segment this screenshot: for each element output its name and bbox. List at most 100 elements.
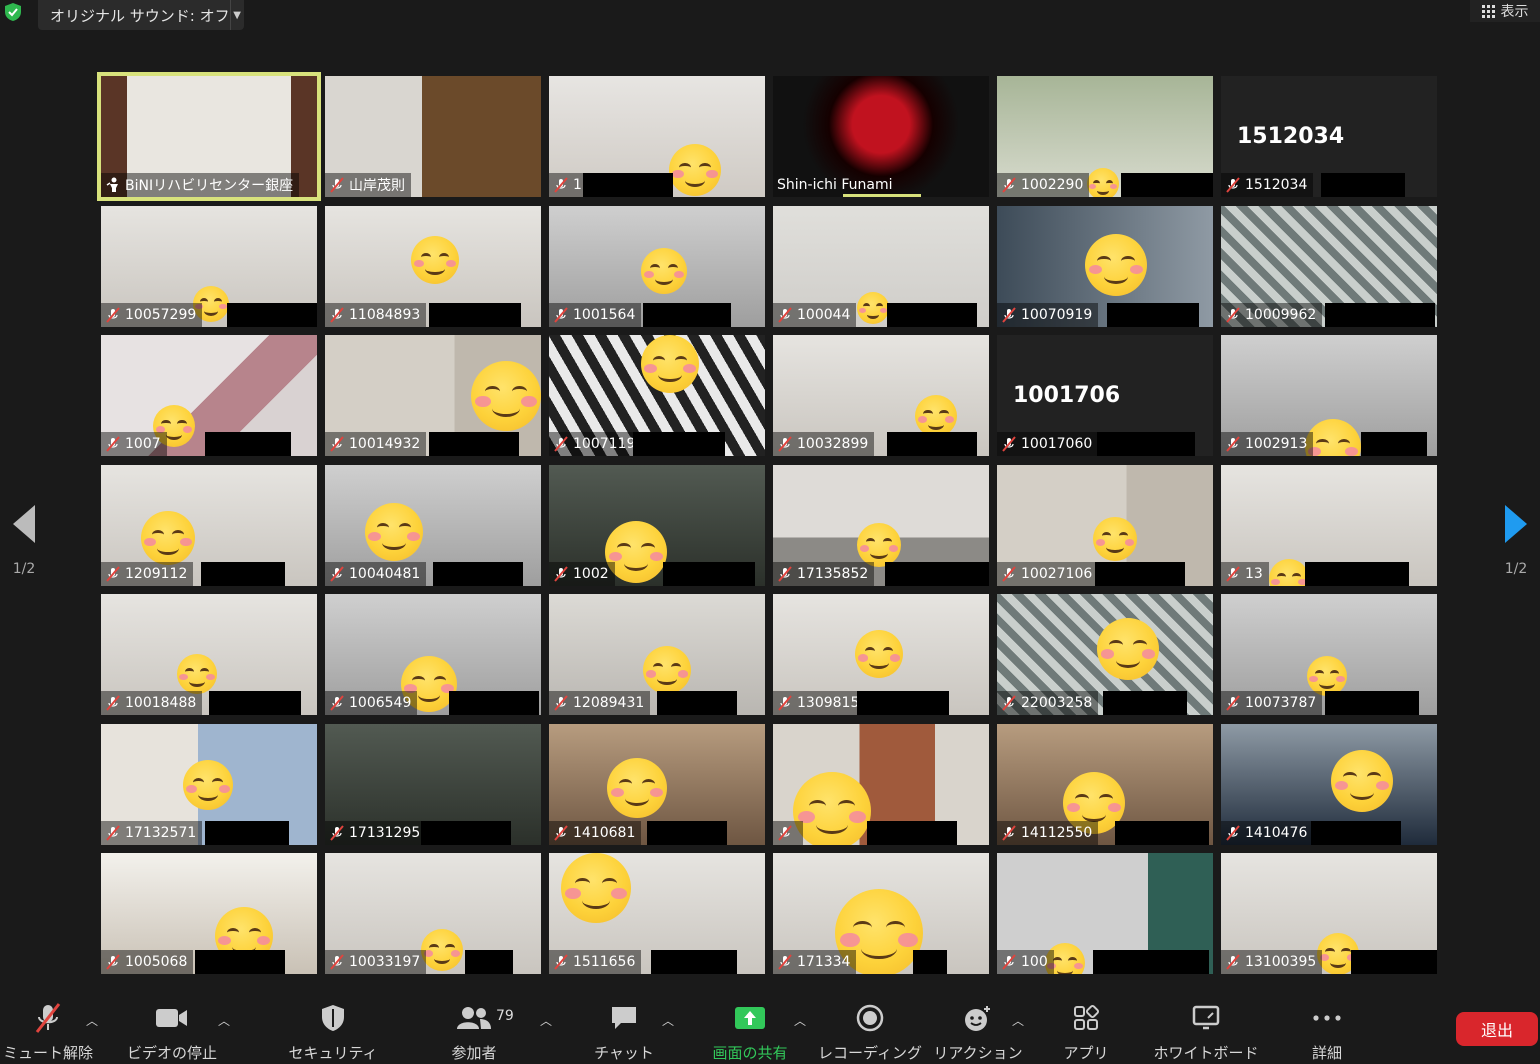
participants-options-caret[interactable]: ︿ (540, 1012, 552, 1029)
redaction-box (195, 950, 285, 974)
participant-video-tile[interactable]: 10009962 (1221, 205, 1437, 327)
chat-options-caret[interactable]: ︿ (662, 1012, 674, 1029)
participant-video-tile[interactable]: 1 (549, 76, 765, 197)
whiteboard-button[interactable]: ホワイトボード (1153, 1002, 1259, 1063)
participant-video-tile[interactable]: 1309815 (773, 594, 989, 715)
shield-check-icon[interactable] (4, 2, 22, 22)
participant-video-tile[interactable]: BiNIリハビリセンター銀座 (97, 72, 321, 201)
participant-name: 1007119 (573, 436, 636, 452)
smiley-emoji-overlay (641, 247, 687, 294)
participant-video-tile[interactable]: 10040481 (325, 464, 541, 586)
previous-page-button[interactable]: 1/2 (4, 505, 44, 577)
microphone-muted-icon (33, 1002, 63, 1034)
participant-video-tile[interactable]: 10070919 (997, 205, 1213, 327)
participant-name-plate: 1512034 (1221, 173, 1314, 197)
recording-button[interactable]: レコーディング (818, 1002, 922, 1063)
participant-video-tile[interactable]: 11084893 (325, 205, 541, 327)
participant-video-tile[interactable]: 1007119 (549, 335, 765, 456)
redaction-box (449, 691, 539, 715)
participant-video-tile[interactable]: 1002 (549, 464, 765, 586)
participant-name-plate: 1410681 (549, 820, 642, 845)
participant-name-plate: 1001564 (549, 302, 642, 327)
leave-button[interactable]: 退出 (1456, 1012, 1538, 1046)
participant-video-tile[interactable]: 1001564 (549, 205, 765, 327)
unmute-label: ミュート解除 (3, 1044, 94, 1062)
participant-video-tile[interactable]: 1001706 10017060 (997, 335, 1213, 456)
participant-video-tile[interactable]: 1007 (101, 335, 317, 456)
participant-video-tile[interactable]: 1209112 (101, 464, 317, 586)
redaction-box (1115, 820, 1209, 845)
participant-video-tile[interactable]: 1002913 (1221, 335, 1437, 456)
participant-video-tile[interactable]: 14112550 (997, 723, 1213, 845)
original-sound-toggle[interactable]: オリジナル サウンド: オフ ▼ (38, 0, 244, 30)
participant-video-tile[interactable]: 13 (1221, 464, 1437, 586)
participants-count: 79 (496, 1008, 514, 1024)
participant-video-tile[interactable]: 山岸茂則 (325, 76, 541, 197)
participant-video-tile[interactable]: 10033197 (325, 853, 541, 974)
participant-video-tile[interactable]: 1410681 (549, 723, 765, 845)
participant-video-tile[interactable]: 13100395 (1221, 853, 1437, 974)
participant-name-plate: 1410476 (1221, 820, 1314, 845)
participant-video-tile[interactable]: 10032899 (773, 335, 989, 456)
participant-video-tile[interactable]: 100 (997, 853, 1213, 974)
participant-video-tile[interactable]: 12089431 (549, 594, 765, 715)
redaction-box (887, 302, 977, 327)
participant-name: 1001564 (573, 306, 636, 323)
participant-name-plate: 14112550 (997, 820, 1099, 845)
redaction-box (885, 561, 989, 586)
whiteboard-label: ホワイトボード (1153, 1044, 1259, 1062)
security-button[interactable]: セキュリティ (288, 1002, 378, 1063)
participant-name-plate: 10033197 (325, 950, 427, 974)
next-page-button[interactable]: 1/2 (1496, 505, 1536, 577)
reactions-options-caret[interactable]: ︿ (1012, 1012, 1024, 1029)
microphone-muted-icon (1002, 695, 1016, 711)
participant-video-tile[interactable]: Shin-ichi Funami (773, 76, 989, 197)
participant-name-plate (773, 820, 803, 845)
share-screen-button[interactable]: 画面の共有 (706, 1002, 794, 1063)
participant-name: 10040481 (349, 565, 421, 582)
participant-video-tile[interactable]: 10014932 (325, 335, 541, 456)
unmute-button[interactable]: ミュート解除 (3, 1002, 94, 1063)
participant-video-tile[interactable]: 1512034 1512034 (1221, 76, 1437, 197)
participant-video-tile[interactable]: 1511656 (549, 853, 765, 974)
participant-video-tile[interactable]: 10018488 (101, 594, 317, 715)
video-options-caret[interactable]: ︿ (218, 1012, 230, 1029)
participant-video-tile[interactable]: 17135852 (773, 464, 989, 586)
participant-video-tile[interactable]: 10057299 (101, 205, 317, 327)
video-gallery: BiNIリハビリセンター銀座 山岸茂則 1 Shin-ichi Funami 10022… (97, 72, 1437, 974)
participant-video-tile[interactable]: 17131295 (325, 723, 541, 845)
chevron-down-icon[interactable]: ▼ (230, 10, 244, 21)
participant-name-plate: 17131295 (325, 820, 427, 845)
stop-video-button[interactable]: ビデオの停止 (126, 1002, 218, 1063)
apps-button[interactable]: アプリ (1063, 1002, 1109, 1063)
redaction-box (1097, 432, 1195, 456)
more-button[interactable]: 詳細 (1304, 1002, 1350, 1063)
participant-video-tile[interactable]: 10027106 (997, 464, 1213, 586)
participant-video-tile[interactable]: 10073787 (1221, 594, 1437, 715)
microphone-muted-icon (1002, 436, 1016, 452)
microphone-muted-icon (330, 177, 344, 193)
participant-name: 100 (1021, 954, 1048, 970)
participant-video-tile[interactable]: 1006549 (325, 594, 541, 715)
microphone-muted-icon (1226, 436, 1240, 452)
audio-options-caret[interactable]: ︿ (86, 1012, 98, 1029)
participant-name-plate: 10027106 (997, 561, 1099, 586)
chat-button[interactable]: チャット (594, 1002, 654, 1063)
reactions-button[interactable]: リアクション (933, 1002, 1023, 1063)
participant-video-tile[interactable]: 1002290 (997, 76, 1213, 197)
microphone-muted-icon (330, 954, 344, 970)
participant-video-tile[interactable]: 22003258 (997, 594, 1213, 715)
redaction-box (429, 432, 519, 456)
participant-video-tile[interactable]: 100044 (773, 205, 989, 327)
participant-video-tile[interactable]: 1410476 (1221, 723, 1437, 845)
smiley-emoji-overlay (1307, 656, 1347, 696)
participant-video-tile[interactable]: 1005068 (101, 853, 317, 974)
share-options-caret[interactable]: ︿ (794, 1012, 806, 1029)
smiley-emoji-overlay (1097, 618, 1159, 680)
participant-video-tile[interactable]: 171334 (773, 853, 989, 974)
apps-label: アプリ (1063, 1044, 1109, 1062)
participant-video-tile[interactable] (773, 723, 989, 845)
view-button[interactable]: 表示 (1470, 0, 1540, 22)
participants-button[interactable]: 参加者 (444, 1002, 504, 1063)
participant-video-tile[interactable]: 17132571 (101, 723, 317, 845)
